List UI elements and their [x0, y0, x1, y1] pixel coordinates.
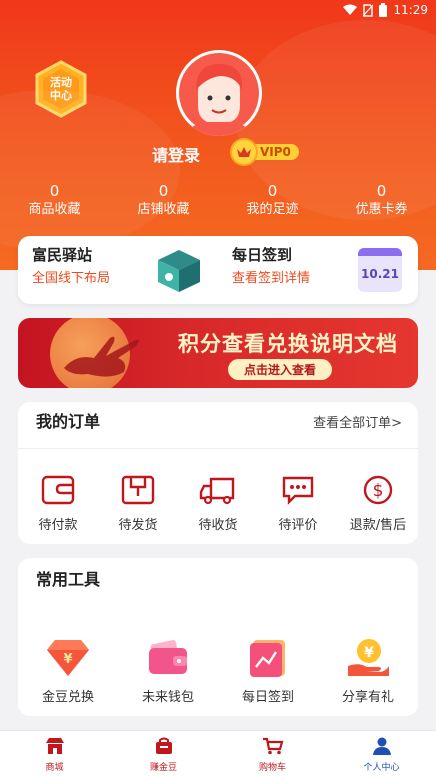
login-link[interactable]: 请登录	[152, 142, 200, 166]
tool-label: 每日签到	[241, 690, 294, 705]
tool-daily-signin[interactable]: 每日签到	[218, 636, 318, 705]
order-pending-shipment[interactable]: 待发货	[98, 474, 178, 533]
order-pending-review[interactable]: 待评价	[258, 474, 338, 533]
signin-title: 每日签到	[232, 246, 293, 264]
calendar-icon: 10.21	[358, 248, 402, 292]
rabbit-icon	[64, 336, 139, 377]
signin-subtitle: 查看签到详情	[232, 271, 311, 286]
order-pending-payment[interactable]: 待付款	[18, 474, 98, 533]
nav-cart[interactable]: 购物车	[218, 731, 327, 777]
stat-count: 0	[49, 182, 60, 200]
tool-label: 未来钱包	[141, 690, 194, 705]
tools-title: 常用工具	[36, 570, 101, 589]
daily-signin-link[interactable]: 每日签到 查看签到详情 10.21	[218, 236, 418, 304]
crown-icon	[232, 140, 256, 164]
order-label: 待收货	[198, 518, 238, 533]
status-time: 11:29	[393, 3, 428, 17]
svg-text:$: $	[373, 481, 384, 501]
nav-label: 赚金豆	[149, 763, 177, 773]
stat-count: 0	[376, 182, 387, 200]
tool-label: 分享有礼	[341, 690, 394, 705]
stat-coupons[interactable]: 0 优惠卡券	[327, 182, 436, 220]
stat-count: 0	[267, 182, 278, 200]
coin-hand-icon: ¥	[348, 639, 389, 676]
common-tools-card: 常用工具 ¥ 金豆兑换 未来钱包 每日签到 ¥ 分享有礼	[18, 558, 418, 716]
activity-center-badge[interactable]: 活动 中心	[34, 60, 88, 118]
profile-header: 11:29 活动 中心 请登录 VIP0 0 商品收藏 0 店铺收藏 0 我的足…	[0, 0, 436, 270]
battery-icon	[379, 3, 388, 17]
nav-shop[interactable]: 商城	[0, 731, 109, 777]
order-label: 待发货	[118, 518, 158, 533]
stat-store-favorites[interactable]: 0 店铺收藏	[109, 182, 218, 220]
comment-icon	[282, 476, 314, 505]
nav-label: 购物车	[258, 763, 286, 773]
banner-enter-button[interactable]: 点击进入查看	[228, 359, 333, 380]
calendar-date: 10.21	[361, 267, 399, 281]
nav-earn-gold-beans[interactable]: 赚金豆	[109, 731, 218, 777]
stats-row: 0 商品收藏 0 店铺收藏 0 我的足迹 0 优惠卡券	[0, 182, 436, 220]
wifi-icon	[343, 4, 358, 15]
vip-level-badge[interactable]: VIP0	[232, 140, 299, 164]
quick-links-card: 富民驿站 全国线下布局 每日签到 查看签到详情 10.21	[18, 236, 418, 304]
order-pending-receipt[interactable]: 待收货	[178, 474, 258, 533]
tool-future-wallet[interactable]: 未来钱包	[118, 636, 218, 705]
order-label: 退款/售后	[349, 518, 407, 533]
tools-row: ¥ 金豆兑换 未来钱包 每日签到 ¥ 分享有礼	[18, 636, 418, 705]
nav-personal-center[interactable]: 个人中心	[327, 731, 436, 777]
default-avatar-icon	[179, 53, 259, 136]
status-bar: 11:29	[0, 0, 436, 22]
orders-title: 我的订单	[36, 412, 101, 431]
cart-icon	[262, 737, 283, 755]
svg-text:¥: ¥	[63, 652, 72, 667]
stat-product-favorites[interactable]: 0 商品收藏	[0, 182, 109, 220]
station-box-icon	[158, 250, 200, 292]
stat-footprints[interactable]: 0 我的足迹	[218, 182, 327, 220]
bottom-navigation: 商城 赚金豆 购物车 个人中心	[0, 730, 436, 777]
bag-icon	[155, 737, 172, 754]
activity-line2: 中心	[50, 89, 72, 102]
tool-gold-bean-exchange[interactable]: ¥ 金豆兑换	[18, 636, 118, 705]
station-link[interactable]: 富民驿站 全国线下布局	[18, 236, 218, 304]
view-all-orders-link[interactable]: 查看全部订单>	[313, 412, 402, 431]
order-status-row: 待付款 待发货 待收货 待评价 $ 退款/售后	[18, 474, 418, 533]
stat-count: 0	[158, 182, 169, 200]
nav-label: 个人中心	[363, 763, 400, 773]
stat-label: 店铺收藏	[137, 202, 190, 217]
svg-text:¥: ¥	[364, 645, 374, 661]
tool-share-reward[interactable]: ¥ 分享有礼	[318, 636, 418, 705]
wallet-icon	[149, 640, 187, 674]
stat-label: 优惠卡券	[355, 202, 408, 217]
nav-label: 商城	[45, 763, 64, 773]
truck-icon	[199, 477, 235, 505]
package-icon	[121, 475, 155, 505]
activity-line1: 活动	[50, 76, 72, 89]
no-sim-icon	[363, 3, 374, 17]
stat-label: 商品收藏	[28, 202, 81, 217]
order-label: 待付款	[38, 518, 78, 533]
divider	[18, 448, 418, 449]
station-title: 富民驿站	[32, 246, 93, 264]
stat-label: 我的足迹	[246, 202, 299, 217]
user-icon	[372, 737, 391, 755]
order-label: 待评价	[278, 518, 318, 533]
shop-icon	[45, 738, 64, 754]
tool-label: 金豆兑换	[41, 690, 94, 705]
chart-icon	[250, 640, 285, 677]
points-doc-banner[interactable]: 积分查看兑换说明文档 点击进入查看	[18, 318, 418, 388]
banner-title: 积分查看兑换说明文档	[178, 332, 398, 356]
wallet-icon	[41, 475, 75, 505]
my-orders-card: 我的订单 查看全部订单> 待付款 待发货 待收货 待评价 $ 退款/售后	[18, 402, 418, 544]
order-refund-aftersale[interactable]: $ 退款/售后	[338, 474, 418, 533]
refund-icon: $	[363, 475, 393, 505]
station-subtitle: 全国线下布局	[32, 271, 111, 286]
avatar[interactable]	[176, 50, 262, 136]
gold-bean-icon: ¥	[47, 640, 89, 676]
